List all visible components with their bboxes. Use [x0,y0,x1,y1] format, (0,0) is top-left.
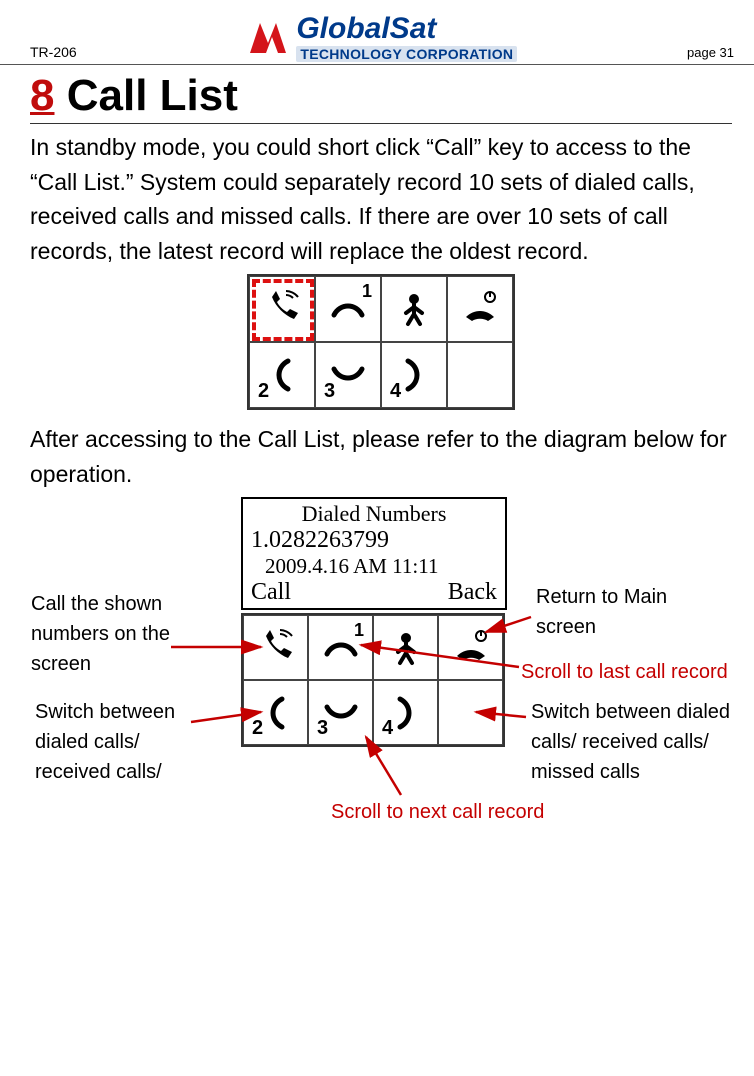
key-call-b [243,615,308,680]
key-digit-2-b: 2 [252,717,263,740]
key-person [381,276,447,342]
screen-title: Dialed Numbers [243,499,505,527]
doc-id: TR-206 [30,44,77,64]
key-digit-4-b: 4 [382,717,393,740]
key-digit-3: 3 [324,380,335,403]
annotation-call-shown: Call the shown numbers on the screen [31,589,211,679]
annotation-scroll-next: Scroll to next call record [331,797,591,827]
annotation-switch-left: Switch between dialed calls/ received ca… [35,697,215,787]
page-number: page 31 [687,45,734,64]
key-digit-1-b: 1 [354,620,364,641]
logo-text-bottom: TECHNOLOGY CORPORATION [296,46,517,62]
key-up-1: 1 [315,276,381,342]
person-icon [386,628,426,668]
annotation-scroll-last: Scroll to last call record [521,657,741,687]
key-call [249,276,315,342]
keypad-illustration-top: 1 2 3 [247,274,515,410]
key-digit-2: 2 [258,380,269,403]
person-icon [394,289,434,329]
key-up-1-b: 1 [308,615,373,680]
key-digit-1: 1 [362,281,372,302]
screen-timestamp: 2009.4.16 AM 11:11 [243,554,505,579]
phone-screen: Dialed Numbers 1.0282263799 2009.4.16 AM… [241,497,507,610]
paragraph-2: After accessing to the Call List, please… [30,422,732,491]
softkey-back: Back [448,579,497,606]
section-heading: 8 Call List [30,71,732,124]
softkey-call: Call [251,579,291,606]
section-title: Call List [67,71,238,120]
phone-icon [262,289,302,329]
key-digit-3-b: 3 [317,717,328,740]
key-right-4-b: 4 [373,680,438,745]
paragraph-1: In standby mode, you could short click “… [30,130,732,268]
power-hangup-icon [451,628,491,668]
keypad-illustration-bottom: 1 2 3 [241,613,505,747]
logo-mark-icon [246,17,290,59]
key-blank [447,342,513,408]
phone-icon [256,628,296,668]
key-left-2: 2 [249,342,315,408]
power-hangup-icon [460,289,500,329]
key-down-3: 3 [315,342,381,408]
key-left-2-b: 2 [243,680,308,745]
brand-logo: GlobalSat TECHNOLOGY CORPORATION [77,14,687,64]
screen-entry: 1.0282263799 [243,527,505,554]
logo-text-top: GlobalSat [296,14,517,44]
key-down-3-b: 3 [308,680,373,745]
operation-diagram: Dialed Numbers 1.0282263799 2009.4.16 AM… [31,497,731,937]
annotation-return-main: Return to Main screen [536,582,726,642]
key-digit-4: 4 [390,380,401,403]
key-person-b [373,615,438,680]
key-blank-b [438,680,503,745]
page-header: TR-206 GlobalSat TECHNOLOGY CORPORATION … [0,0,754,65]
section-number: 8 [30,71,54,120]
annotation-switch-right: Switch between dialed calls/ received ca… [531,697,741,787]
key-power-b [438,615,503,680]
key-right-4: 4 [381,342,447,408]
key-power [447,276,513,342]
